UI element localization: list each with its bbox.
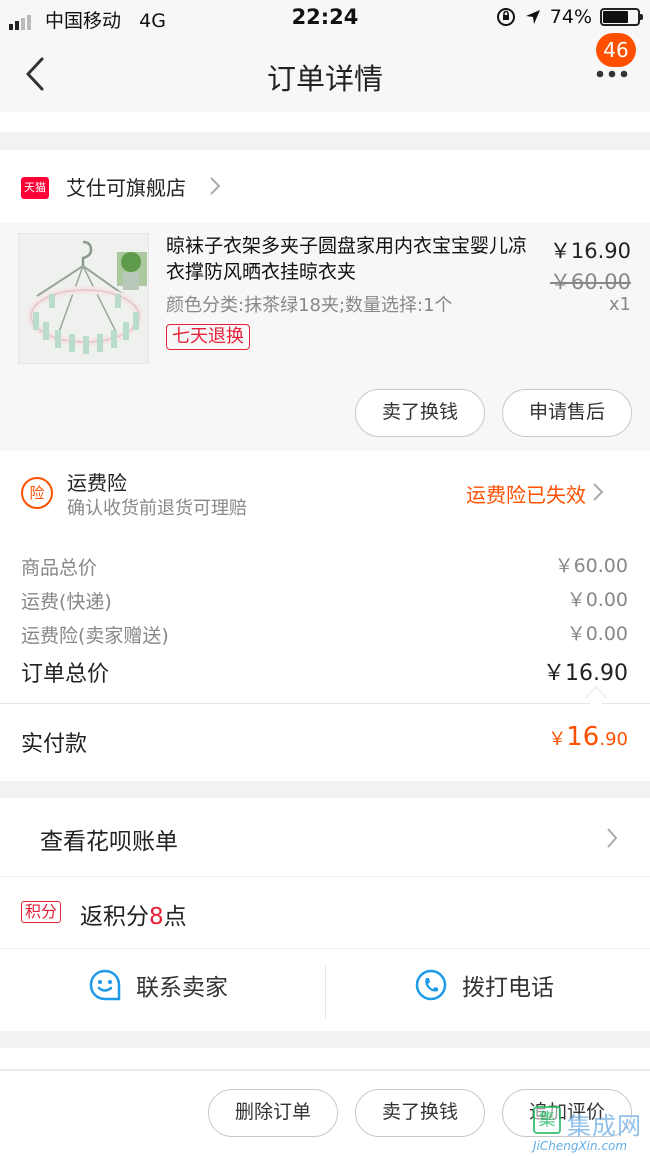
site-watermark: 集 集成网 JiChengXin.com [533, 1106, 645, 1154]
call-phone-label: 拨打电话 [462, 975, 554, 1001]
divider [0, 703, 650, 704]
orientation-lock-icon [496, 8, 515, 26]
chevron-right-icon [593, 483, 604, 501]
delete-order-button[interactable]: 删除订单 [208, 1089, 338, 1137]
status-icons: 74% [496, 6, 643, 28]
product-quantity: x1 [608, 294, 631, 315]
phone-icon [415, 969, 447, 1001]
chat-smile-icon [89, 969, 121, 1001]
huabei-label[interactable]: 查看花呗账单 [40, 822, 178, 856]
points-text: 返积分8点 [80, 904, 187, 930]
paid-amount: ￥16.90 [548, 722, 628, 752]
shop-name[interactable]: 艾仕可旗舰店 [66, 172, 186, 201]
subtotal-value: ￥60.00 [554, 555, 628, 577]
shipping-value: ￥0.00 [566, 589, 628, 611]
contact-seller-button[interactable]: 联系卖家 [88, 968, 228, 1002]
insurance-title: 运费险 [67, 471, 127, 495]
shipping-insurance-value: ￥0.00 [566, 623, 628, 645]
insurance-icon: 险 [21, 477, 53, 509]
subtotal-label: 商品总价 [21, 557, 98, 579]
shipping-label: 运费(快递) [21, 591, 112, 613]
insurance-status[interactable]: 运费险已失效 [466, 479, 586, 508]
tmall-logo-icon: 天猫 [21, 177, 49, 199]
product-sku: 颜色分类:抹茶绿18夹;数量选择:1个 [166, 295, 453, 316]
call-phone-button[interactable]: 拨打电话 [414, 968, 554, 1002]
message-count-badge: 46 [596, 33, 636, 67]
chevron-right-icon [607, 828, 618, 848]
insurance-subtitle: 确认收货前退货可理赔 [67, 498, 247, 519]
shop-row[interactable]: 天猫 艾仕可旗舰店 [0, 150, 650, 223]
sell-for-cash-button[interactable]: 卖了换钱 [355, 1089, 485, 1137]
nav-bar: 订单详情 46 [0, 33, 650, 112]
order-total-label: 订单总价 [21, 662, 110, 687]
watermark-logo-icon: 集 [533, 1106, 561, 1134]
shipping-insurance-label: 运费险(卖家赠送) [21, 625, 169, 647]
contact-seller-label: 联系卖家 [136, 975, 228, 1001]
watermark-url: JiChengXin.com [533, 1139, 628, 1153]
order-total-value: ￥16.90 [543, 661, 628, 686]
product-thumbnail[interactable] [18, 233, 149, 364]
chevron-right-icon [210, 177, 221, 195]
page-title: 订单详情 [266, 62, 383, 96]
return-policy-tag: 七天退换 [166, 324, 250, 350]
product-title[interactable]: 晾袜子衣架多夹子圆盘家用内衣宝宝婴儿凉衣撑防风晒衣挂晾衣夹 [166, 233, 536, 285]
battery-icon [600, 8, 643, 26]
location-icon [525, 10, 540, 24]
watermark-text: 集成网 [567, 1112, 642, 1140]
apply-after-sale-button[interactable]: 申请售后 [502, 389, 632, 437]
spacer [0, 1048, 650, 1069]
more-button[interactable]: 46 [576, 33, 636, 112]
status-bar: 中国移动 4G 22:24 74% [0, 0, 650, 36]
points-tag: 积分 [21, 901, 62, 923]
sell-for-cash-button[interactable]: 卖了换钱 [355, 389, 485, 437]
spacer [0, 112, 650, 132]
battery-percent: 74% [549, 6, 592, 28]
divider [325, 966, 326, 1018]
paid-label: 实付款 [21, 732, 88, 757]
original-price: ￥60.00 [549, 270, 631, 294]
product-price: ￥16.90 [549, 239, 631, 263]
ellipsis-icon [596, 70, 628, 78]
order-item[interactable]: 晾袜子衣架多夹子圆盘家用内衣宝宝婴儿凉衣撑防风晒衣挂晾衣夹 颜色分类:抹茶绿18… [0, 223, 650, 451]
